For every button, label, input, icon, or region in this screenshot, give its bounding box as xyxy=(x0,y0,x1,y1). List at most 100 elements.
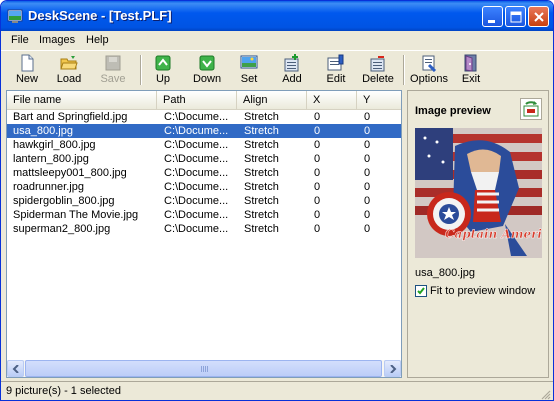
path-cell: C:\Docume... xyxy=(164,181,229,193)
set-wallpaper-icon xyxy=(240,55,258,69)
close-button[interactable] xyxy=(528,6,549,27)
x-cell: 0 xyxy=(314,195,321,207)
edit-label: Edit xyxy=(326,73,346,85)
file-name-cell: spidergoblin_800.jpg xyxy=(13,195,115,207)
y-cell: 0 xyxy=(364,167,371,179)
file-name-cell: superman2_800.jpg xyxy=(13,223,111,235)
down-button[interactable]: Down xyxy=(187,53,227,87)
align-cell: Stretch xyxy=(244,209,279,221)
picture-list[interactable]: File name Path Align X Y Bart and Spring… xyxy=(6,90,402,378)
table-row[interactable]: superman2_800.jpg C:\Docume... Stretch 0 0 xyxy=(7,222,401,236)
title-bar[interactable]: DeskScene - [Test.PLF] xyxy=(1,1,553,31)
column-header-y[interactable]: Y xyxy=(357,91,401,109)
align-cell: Stretch xyxy=(244,181,279,193)
table-row[interactable]: Bart and Springfield.jpg C:\Docume... Stre… xyxy=(7,110,401,124)
path-cell: C:\Docume... xyxy=(164,223,229,235)
path-cell: C:\Docume... xyxy=(164,139,229,151)
menu-images[interactable]: Images xyxy=(39,33,75,47)
column-header-file-name[interactable]: File name xyxy=(7,91,157,109)
save-disk-icon xyxy=(105,55,121,71)
column-header-x[interactable]: X xyxy=(307,91,357,109)
set-label: Set xyxy=(240,73,258,85)
exit-label: Exit xyxy=(461,73,481,85)
edit-button[interactable]: Edit xyxy=(321,53,351,87)
menu-bar: File Images Help xyxy=(1,31,553,49)
fit-to-window-checkbox[interactable] xyxy=(415,285,427,297)
path-cell: C:\Docume... xyxy=(164,111,229,123)
delete-label: Delete xyxy=(362,73,394,85)
table-row[interactable]: hawkgirl_800.jpg C:\Docume... Stretch 0 0 xyxy=(7,138,401,152)
align-cell: Stretch xyxy=(244,153,279,165)
arrow-down-icon xyxy=(199,55,215,71)
column-header-align[interactable]: Align xyxy=(237,91,307,109)
path-cell: C:\Docume... xyxy=(164,195,229,207)
fit-to-window-label[interactable]: Fit to preview window xyxy=(430,285,535,297)
scroll-right-button[interactable] xyxy=(384,360,401,377)
table-row[interactable]: Spiderman The Movie.jpg C:\Docume... Stret… xyxy=(7,208,401,222)
new-button[interactable]: New xyxy=(9,53,45,87)
scroll-thumb[interactable] xyxy=(25,360,382,377)
align-cell: Stretch xyxy=(244,167,279,179)
preview-refresh-button[interactable] xyxy=(520,98,542,120)
preview-image: Captain America xyxy=(415,128,542,258)
horizontal-scrollbar[interactable] xyxy=(7,360,401,377)
preview-filename: usa_800.jpg xyxy=(415,267,475,279)
file-name-cell: Bart and Springfield.jpg xyxy=(13,111,128,123)
add-label: Add xyxy=(282,73,302,85)
load-button[interactable]: Load xyxy=(51,53,87,87)
path-cell: C:\Docume... xyxy=(164,209,229,221)
path-cell: C:\Docume... xyxy=(164,167,229,179)
y-cell: 0 xyxy=(364,181,371,193)
table-row[interactable]: roadrunner.jpg C:\Docume... Stretch 0 0 xyxy=(7,180,401,194)
file-name-cell: Spiderman The Movie.jpg xyxy=(13,209,139,221)
refresh-image-icon xyxy=(523,101,539,117)
toolbar-separator xyxy=(403,55,405,85)
resize-grip-icon[interactable] xyxy=(539,388,551,400)
status-bar: 9 picture(s) - 1 selected xyxy=(1,381,553,400)
file-name-cell: usa_800.jpg xyxy=(13,125,73,137)
down-label: Down xyxy=(192,73,222,85)
y-cell: 0 xyxy=(364,223,371,235)
scroll-grip xyxy=(201,366,209,372)
add-button[interactable]: Add xyxy=(277,53,307,87)
menu-help[interactable]: Help xyxy=(86,33,109,47)
table-row[interactable]: usa_800.jpg C:\Docume... Stretch 0 0 xyxy=(7,124,401,138)
y-cell: 0 xyxy=(364,209,371,221)
set-button[interactable]: Set xyxy=(235,53,263,87)
up-button[interactable]: Up xyxy=(147,53,179,87)
exit-door-icon xyxy=(464,54,477,72)
table-row[interactable]: spidergoblin_800.jpg C:\Docume... Stretch 0… xyxy=(7,194,401,208)
table-row[interactable]: lantern_800.jpg C:\Docume... Stretch 0 0 xyxy=(7,152,401,166)
table-row[interactable]: mattsleepy001_800.jpg C:\Docume... Stretch… xyxy=(7,166,401,180)
toolbar-separator xyxy=(140,55,142,85)
align-cell: Stretch xyxy=(244,125,279,137)
column-header-path[interactable]: Path xyxy=(157,91,237,109)
minimize-button[interactable] xyxy=(482,6,503,27)
maximize-button[interactable] xyxy=(505,6,526,27)
delete-button[interactable]: Delete xyxy=(359,53,397,87)
window-title: DeskScene - [Test.PLF] xyxy=(28,8,172,23)
app-icon xyxy=(7,9,23,23)
x-cell: 0 xyxy=(314,139,321,151)
x-cell: 0 xyxy=(314,153,321,165)
file-name-cell: lantern_800.jpg xyxy=(13,153,89,165)
chevron-left-icon xyxy=(12,365,19,373)
align-cell: Stretch xyxy=(244,111,279,123)
save-button[interactable]: Save xyxy=(95,53,131,87)
exit-button[interactable]: Exit xyxy=(457,53,485,87)
y-cell: 0 xyxy=(364,125,371,137)
x-cell: 0 xyxy=(314,125,321,137)
delete-icon xyxy=(370,56,385,72)
new-file-icon xyxy=(21,54,34,72)
options-icon xyxy=(422,55,437,72)
options-label: Options xyxy=(410,73,448,85)
status-text: 9 picture(s) - 1 selected xyxy=(6,385,121,397)
preview-panel: Image preview Captain Ameri usa_800.jpg … xyxy=(407,90,549,378)
options-button[interactable]: Options xyxy=(409,53,449,87)
path-cell: C:\Docume... xyxy=(164,125,229,137)
save-label: Save xyxy=(100,73,126,85)
menu-file[interactable]: File xyxy=(11,33,29,47)
scroll-left-button[interactable] xyxy=(7,360,24,377)
x-cell: 0 xyxy=(314,223,321,235)
arrow-up-icon xyxy=(155,55,171,71)
